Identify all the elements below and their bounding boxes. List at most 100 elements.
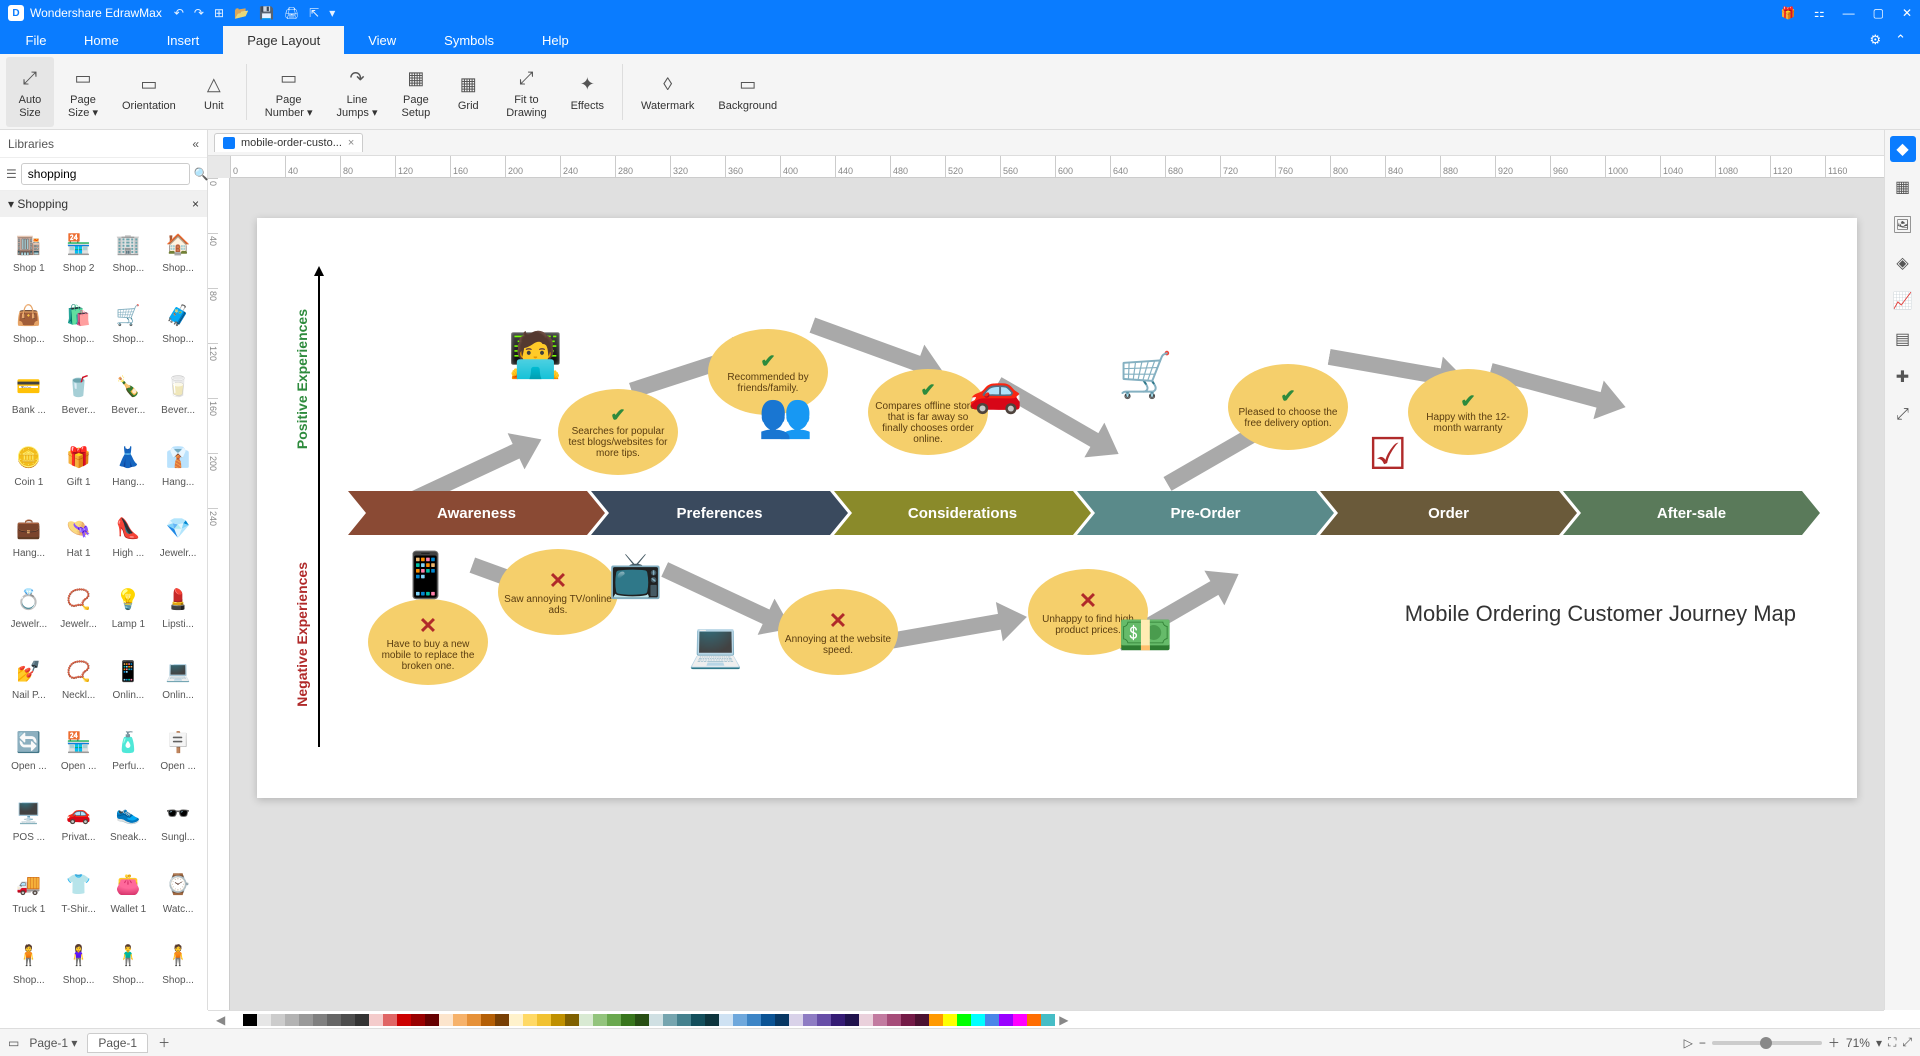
positive-bubble[interactable]: ✔Searches for popular test blogs/website… (558, 389, 678, 475)
color-swatch[interactable] (985, 1014, 999, 1026)
color-swatch[interactable] (887, 1014, 901, 1026)
color-swatch[interactable] (439, 1014, 453, 1026)
undo-icon[interactable]: ↶ (174, 6, 184, 20)
library-item[interactable]: 🏢Shop... (104, 223, 154, 292)
library-item[interactable]: 🛒Shop... (104, 294, 154, 363)
color-swatch[interactable] (341, 1014, 355, 1026)
color-swatch[interactable] (1013, 1014, 1027, 1026)
library-item[interactable]: 👜Shop... (4, 294, 54, 363)
library-item[interactable]: 🥛Bever... (153, 365, 203, 434)
library-item[interactable]: 🥤Bever... (54, 365, 104, 434)
menu-tab-home[interactable]: Home (60, 26, 143, 54)
color-swatch[interactable] (719, 1014, 733, 1026)
color-swatch[interactable] (285, 1014, 299, 1026)
add-page-icon[interactable]: ＋ (158, 1034, 170, 1051)
color-swatch[interactable] (915, 1014, 929, 1026)
save-icon[interactable]: 💾 (259, 6, 274, 20)
library-item[interactable]: 🔄Open ... (4, 721, 54, 790)
menu-tab-insert[interactable]: Insert (143, 26, 224, 54)
color-swatch[interactable] (845, 1014, 859, 1026)
color-swatch[interactable] (355, 1014, 369, 1026)
ribbon-watermark[interactable]: ◊Watermark (631, 57, 704, 127)
color-swatch[interactable] (523, 1014, 537, 1026)
stage-preferences[interactable]: Preferences (591, 491, 848, 535)
menu-tab-help[interactable]: Help (518, 26, 593, 54)
image-tool-icon[interactable]: 🖼 (1890, 212, 1916, 238)
color-swatch[interactable] (551, 1014, 565, 1026)
library-item[interactable]: 💻Onlin... (153, 650, 203, 719)
ribbon-line[interactable]: ↷LineJumps ▾ (327, 57, 388, 127)
layers-icon[interactable]: ◈ (1890, 250, 1916, 276)
library-item[interactable]: 📿Jewelr... (54, 579, 104, 648)
color-swatch[interactable] (831, 1014, 845, 1026)
color-swatch[interactable] (313, 1014, 327, 1026)
color-swatch[interactable] (565, 1014, 579, 1026)
color-swatch[interactable] (299, 1014, 313, 1026)
color-swatch[interactable] (621, 1014, 635, 1026)
color-swatch[interactable] (817, 1014, 831, 1026)
color-swatch[interactable] (369, 1014, 383, 1026)
library-item[interactable]: 🍾Bever... (104, 365, 154, 434)
menu-tab-page-layout[interactable]: Page Layout (223, 26, 344, 54)
ribbon-effects[interactable]: ✦Effects (561, 57, 614, 127)
fit-page-icon[interactable]: ⛶ (1888, 1035, 1896, 1050)
color-swatch[interactable] (733, 1014, 747, 1026)
color-swatch[interactable] (803, 1014, 817, 1026)
color-swatch[interactable] (705, 1014, 719, 1026)
color-swatch[interactable] (859, 1014, 873, 1026)
category-close-icon[interactable]: × (192, 197, 199, 211)
library-item[interactable]: 💄Lipsti... (153, 579, 203, 648)
library-item[interactable]: 💼Hang... (4, 508, 54, 577)
library-item[interactable]: 👕T-Shir... (54, 864, 104, 933)
format-shape-icon[interactable]: ◆ (1890, 136, 1916, 162)
color-swatch[interactable] (663, 1014, 677, 1026)
search-icon[interactable]: 🔍 (194, 162, 209, 186)
library-item[interactable]: 👟Sneak... (104, 792, 154, 861)
palette-next-icon[interactable]: ▶ (1055, 1013, 1072, 1027)
negative-bubble[interactable]: ✕Have to buy a new mobile to replace the… (368, 599, 488, 685)
color-swatch[interactable] (411, 1014, 425, 1026)
library-item[interactable]: 📿Neckl... (54, 650, 104, 719)
library-item[interactable]: 🏪Open ... (54, 721, 104, 790)
color-swatch[interactable] (943, 1014, 957, 1026)
color-swatch[interactable] (873, 1014, 887, 1026)
color-swatch[interactable] (1027, 1014, 1041, 1026)
redo-icon[interactable]: ↷ (194, 6, 204, 20)
library-item[interactable]: 🧍‍♀️Shop... (54, 935, 104, 1004)
library-item[interactable]: 🪙Coin 1 (4, 437, 54, 506)
clipart-icon[interactable]: ✚ (1890, 364, 1916, 390)
color-swatch[interactable] (1041, 1014, 1055, 1026)
color-swatch[interactable] (397, 1014, 411, 1026)
print-icon[interactable]: 🖨 (284, 6, 299, 20)
stage-after-sale[interactable]: After-sale (1563, 491, 1820, 535)
menu-tab-symbols[interactable]: Symbols (420, 26, 518, 54)
page[interactable]: Positive Experiences Negative Experience… (257, 218, 1857, 798)
library-item[interactable]: 🏬Shop 1 (4, 223, 54, 292)
options-icon[interactable]: ⚙ (1869, 32, 1881, 48)
library-item[interactable]: 🧍Shop... (153, 935, 203, 1004)
library-menu-icon[interactable]: ☰ (6, 162, 17, 186)
expand-icon[interactable]: ⤢ (1890, 402, 1916, 428)
color-swatch[interactable] (593, 1014, 607, 1026)
color-swatch[interactable] (761, 1014, 775, 1026)
color-swatch[interactable] (775, 1014, 789, 1026)
library-item[interactable]: 🏪Shop 2 (54, 223, 104, 292)
color-swatch[interactable] (481, 1014, 495, 1026)
library-item[interactable]: 🖥️POS ... (4, 792, 54, 861)
library-item[interactable]: 🎁Gift 1 (54, 437, 104, 506)
ribbon-background[interactable]: ▭Background (708, 57, 787, 127)
color-swatch[interactable] (383, 1014, 397, 1026)
minimize-icon[interactable]: — (1843, 6, 1855, 20)
color-swatch[interactable] (579, 1014, 593, 1026)
palette-prev-icon[interactable]: ◀ (212, 1013, 229, 1027)
color-swatch[interactable] (257, 1014, 271, 1026)
color-swatch[interactable] (649, 1014, 663, 1026)
library-item[interactable]: 🪧Open ... (153, 721, 203, 790)
open-icon[interactable]: 📂 (234, 6, 249, 20)
stage-awareness[interactable]: Awareness (348, 491, 605, 535)
library-item[interactable]: 👠High ... (104, 508, 154, 577)
color-swatch[interactable] (467, 1014, 481, 1026)
color-swatch[interactable] (243, 1014, 257, 1026)
library-item[interactable]: ⌚Watc... (153, 864, 203, 933)
stage-pre-order[interactable]: Pre-Order (1077, 491, 1334, 535)
